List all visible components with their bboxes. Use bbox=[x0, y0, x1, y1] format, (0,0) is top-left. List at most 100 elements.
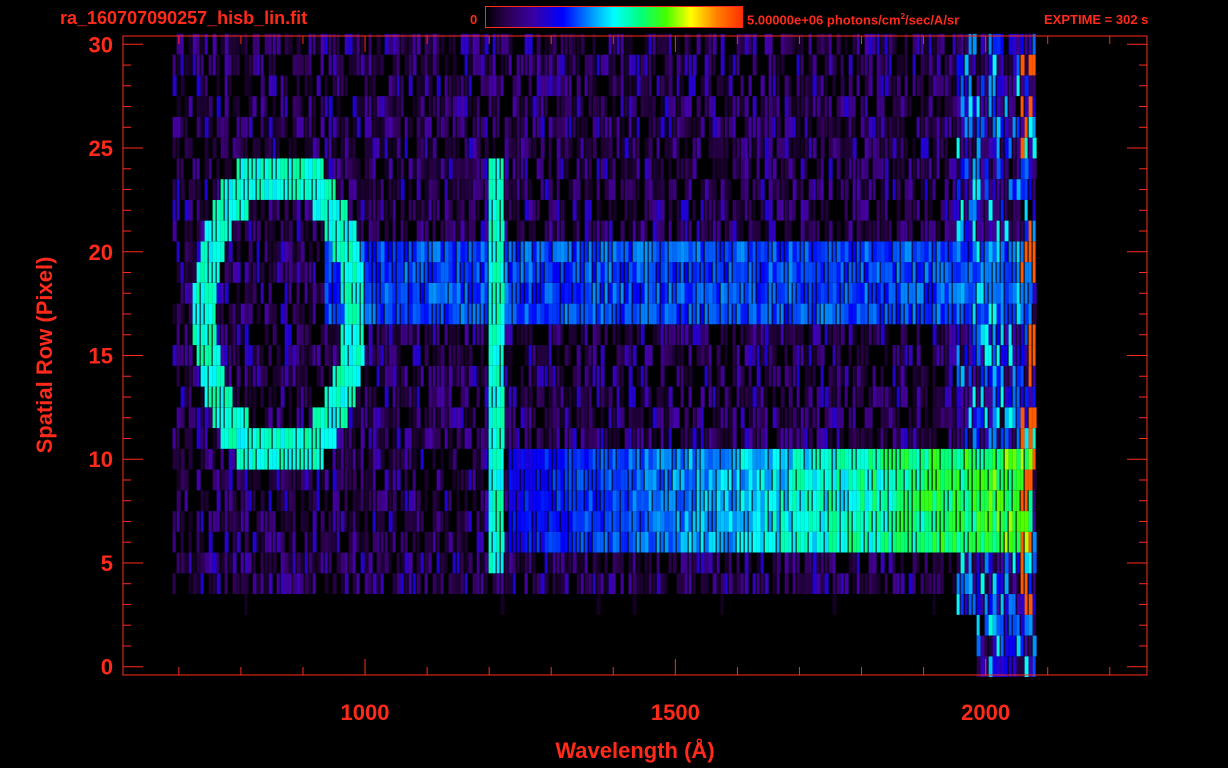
heat-cell bbox=[420, 96, 425, 117]
heat-cell bbox=[688, 552, 692, 574]
heat-cell bbox=[608, 75, 613, 97]
heat-cell bbox=[880, 220, 885, 242]
heat-cell bbox=[932, 158, 937, 180]
heat-cell bbox=[244, 365, 248, 387]
heat-cell bbox=[344, 345, 348, 366]
heat-cell bbox=[204, 324, 208, 346]
heat-cell bbox=[348, 303, 353, 325]
heat-cell bbox=[940, 116, 945, 138]
heat-cell bbox=[740, 324, 744, 346]
heat-cell bbox=[968, 75, 972, 97]
heat-cell bbox=[692, 75, 696, 97]
heat-cell bbox=[564, 448, 568, 470]
heat-cell bbox=[312, 33, 316, 55]
heat-cell bbox=[744, 448, 749, 470]
heat-cell bbox=[884, 241, 889, 263]
heat-cell bbox=[672, 179, 677, 200]
heat-cell bbox=[320, 282, 325, 304]
heat-cell bbox=[912, 303, 916, 325]
heat-cell bbox=[708, 96, 713, 117]
heat-cell bbox=[824, 469, 829, 491]
heat-cell bbox=[232, 137, 237, 159]
heat-cell bbox=[868, 573, 873, 594]
heat-cell bbox=[348, 428, 352, 449]
heat-cell bbox=[1020, 33, 1024, 55]
heat-cell bbox=[684, 365, 688, 387]
heat-cell bbox=[552, 407, 557, 429]
heat-cell bbox=[904, 75, 908, 97]
heat-cell bbox=[632, 573, 637, 594]
heat-cell bbox=[284, 324, 289, 346]
heat-cell bbox=[976, 303, 981, 325]
heat-cell bbox=[480, 220, 485, 242]
heat-cell bbox=[820, 469, 824, 491]
heat-cell bbox=[828, 262, 833, 283]
heat-cell bbox=[584, 386, 588, 408]
heat-cell bbox=[412, 262, 416, 283]
heat-cell bbox=[864, 33, 869, 55]
heat-cell bbox=[692, 54, 697, 76]
heat-cell bbox=[216, 386, 220, 408]
heat-cell bbox=[392, 75, 396, 97]
heat-cell bbox=[596, 469, 601, 491]
heat-cell bbox=[908, 241, 912, 263]
heat-cell bbox=[428, 96, 432, 117]
heat-cell bbox=[944, 241, 948, 263]
heat-cell bbox=[928, 428, 932, 449]
heat-cell bbox=[488, 96, 492, 117]
heat-cell bbox=[252, 345, 257, 366]
heat-cell bbox=[456, 96, 461, 117]
heat-cell bbox=[376, 220, 380, 242]
heat-cell bbox=[984, 511, 988, 532]
heat-cell bbox=[808, 490, 812, 512]
heat-cell bbox=[852, 469, 857, 491]
heat-cell bbox=[712, 303, 717, 325]
heat-cell bbox=[676, 137, 680, 159]
heat-cell bbox=[876, 137, 880, 159]
heat-cell bbox=[636, 448, 640, 470]
heat-cell bbox=[968, 511, 972, 532]
heat-cell bbox=[572, 303, 577, 325]
heat-cell bbox=[340, 365, 345, 387]
heat-cell bbox=[836, 490, 840, 512]
heat-cell bbox=[252, 199, 257, 221]
heat-cell bbox=[904, 262, 909, 283]
heat-cell bbox=[480, 365, 485, 387]
heat-cell bbox=[828, 179, 833, 200]
heat-cell bbox=[984, 469, 988, 491]
heat-cell bbox=[648, 552, 652, 574]
heat-cell bbox=[956, 241, 961, 263]
heat-cell bbox=[264, 116, 268, 138]
heat-cell bbox=[968, 448, 972, 470]
heat-cell bbox=[408, 490, 413, 512]
heat-cell bbox=[548, 282, 553, 304]
heat-cell bbox=[724, 262, 728, 283]
heat-cell bbox=[548, 531, 553, 553]
heat-cell bbox=[460, 573, 464, 594]
heat-cell bbox=[872, 511, 876, 532]
heat-cell bbox=[544, 511, 548, 532]
heat-cell bbox=[352, 365, 357, 387]
heat-cell bbox=[868, 407, 873, 429]
heat-cell bbox=[652, 96, 656, 117]
heat-cell bbox=[832, 594, 837, 615]
heat-cell bbox=[224, 386, 229, 408]
heat-cell bbox=[928, 158, 932, 180]
heat-cell bbox=[364, 345, 368, 366]
heat-cell bbox=[888, 511, 892, 532]
heat-cell bbox=[660, 324, 664, 346]
heat-cell bbox=[668, 33, 672, 55]
heat-cell bbox=[812, 469, 817, 491]
heat-cell bbox=[860, 179, 865, 200]
heat-cell bbox=[416, 324, 420, 346]
heat-cell bbox=[964, 158, 969, 180]
heat-cell bbox=[388, 490, 392, 512]
heat-cell bbox=[364, 179, 369, 200]
heat-cell bbox=[724, 303, 728, 325]
heat-cell bbox=[708, 116, 713, 138]
heat-cell bbox=[224, 469, 229, 491]
heat-cell bbox=[344, 33, 349, 55]
heat-cell bbox=[860, 345, 864, 366]
heat-cell bbox=[752, 428, 756, 449]
heat-cell bbox=[1032, 116, 1036, 138]
